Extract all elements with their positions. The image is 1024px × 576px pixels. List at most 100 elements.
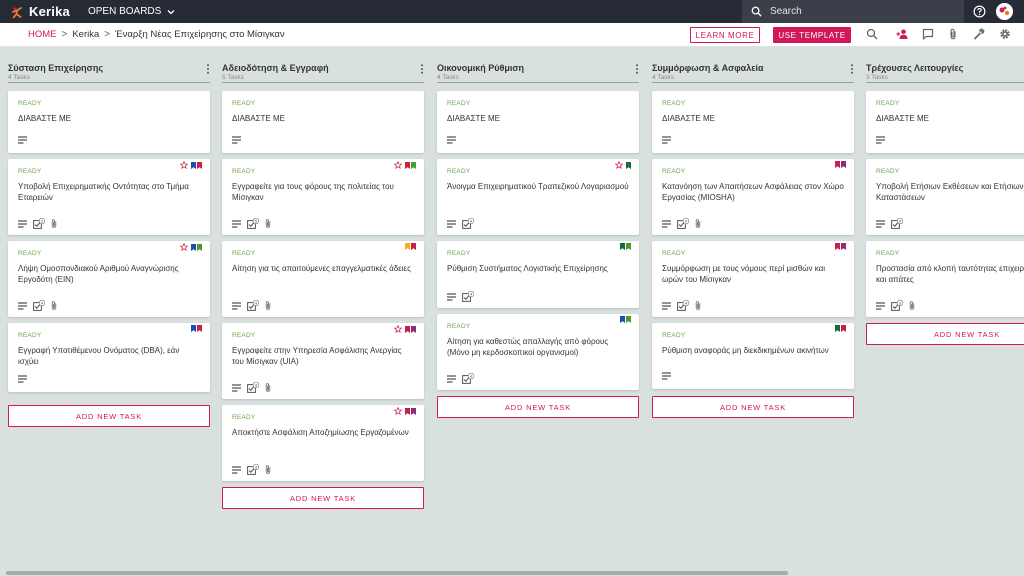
task-card[interactable]: READY Λήψη Ομοσπονδιακού Αριθμού Αναγνώρι… xyxy=(8,241,210,317)
tag-flag-icon xyxy=(197,161,202,169)
task-card[interactable]: READY Ρύθμιση Συστήματος Λογιστικής Επιχε… xyxy=(437,241,639,308)
column-menu-icon[interactable] xyxy=(635,64,639,74)
task-card[interactable]: READY ΔΙΑΒΑΣΤΕ ΜΕ xyxy=(437,91,639,153)
task-icons: 3 xyxy=(232,464,271,475)
checklist-icon: 4 xyxy=(677,300,689,311)
breadcrumb-home[interactable]: HOME xyxy=(28,29,57,40)
task-title[interactable]: ΔΙΑΒΑΣΤΕ ΜΕ xyxy=(232,113,414,124)
task-card[interactable]: READY Υποβολή Ετήσιων Εκθέσεων και Ετήσιω… xyxy=(866,159,1024,235)
task-card[interactable]: READY ΔΙΑΒΑΣΤΕ ΜΕ xyxy=(866,91,1024,153)
task-title[interactable]: ΔΙΑΒΑΣΤΕ ΜΕ xyxy=(662,113,844,124)
task-card[interactable]: READY Αίτηση για τις απαιτούμενες επαγγελ… xyxy=(222,241,424,317)
description-icon xyxy=(447,292,456,301)
task-title[interactable]: Προστασία από κλοπή ταυτότητας επιχειρήσ… xyxy=(876,263,1024,285)
task-card[interactable]: READY ΔΙΑΒΑΣΤΕ ΜΕ xyxy=(8,91,210,153)
column-menu-icon[interactable] xyxy=(420,64,424,74)
task-title[interactable]: ΔΙΑΒΑΣΤΕ ΜΕ xyxy=(876,113,1024,124)
task-card[interactable]: READY Άνοιγμα Επιχειρηματικού Τραπεζικού … xyxy=(437,159,639,235)
task-status: READY xyxy=(18,332,42,339)
task-card[interactable]: READY Αίτηση για καθεστώς απαλλαγής από φ… xyxy=(437,314,639,390)
tag-flag-icon xyxy=(626,161,631,169)
horizontal-scrollbar[interactable] xyxy=(6,571,788,575)
checklist-icon: 4 xyxy=(33,300,45,311)
open-boards-menu[interactable]: OPEN BOARDS xyxy=(88,6,175,17)
task-title[interactable]: Συμμόρφωση με τους νόμους περί μισθών κα… xyxy=(662,263,844,285)
add-new-task-button[interactable]: ADD NEW TASK xyxy=(652,396,854,418)
task-title[interactable]: ΔΙΑΒΑΣΤΕ ΜΕ xyxy=(447,113,629,124)
description-icon xyxy=(18,375,27,383)
task-title[interactable]: Εγγραφή Υποτιθέμενου Ονόματος (DBA), εάν… xyxy=(18,345,200,367)
learn-more-button[interactable]: LEARN MORE xyxy=(690,27,760,43)
checklist-icon: 5 xyxy=(247,218,259,229)
task-card[interactable]: READY ΔΙΑΒΑΣΤΕ ΜΕ xyxy=(652,91,854,153)
task-status: READY xyxy=(232,332,256,339)
task-title[interactable]: Υποβολή Επιχειρηματικής Οντότητας στο Τμ… xyxy=(18,181,200,203)
star-icon[interactable] xyxy=(394,407,402,415)
task-card[interactable]: READY Συμμόρφωση με τους νόμους περί μισθ… xyxy=(652,241,854,317)
task-title[interactable]: Ρύθμιση Συστήματος Λογιστικής Επιχείρηση… xyxy=(447,263,629,274)
task-title[interactable]: Υποβολή Ετήσιων Εκθέσεων και Ετήσιων Κατ… xyxy=(876,181,1024,203)
column-title[interactable]: Αδειοδότηση & Εγγραφή xyxy=(222,63,329,73)
column-title[interactable]: Τρέχουσες Λειτουργίες xyxy=(866,63,963,73)
task-title[interactable]: Άνοιγμα Επιχειρηματικού Τραπεζικού Λογαρ… xyxy=(447,181,629,192)
task-title[interactable]: Εγγραφείτε στην Υπηρεσία Ασφάλισης Ανεργ… xyxy=(232,345,414,367)
star-icon[interactable] xyxy=(180,243,188,251)
help-icon[interactable] xyxy=(973,5,986,18)
add-new-task-button[interactable]: ADD NEW TASK xyxy=(222,487,424,509)
column-task-count: 4 Tasks xyxy=(8,74,30,81)
search-box[interactable] xyxy=(742,0,964,23)
attachment-board-icon[interactable] xyxy=(947,28,959,40)
column-task-count: 5 Tasks xyxy=(222,74,244,81)
star-icon[interactable] xyxy=(394,161,402,169)
task-card[interactable]: READY Προστασία από κλοπή ταυτότητας επιχ… xyxy=(866,241,1024,317)
task-icons xyxy=(18,375,27,383)
task-card[interactable]: READY Υποβολή Επιχειρηματικής Οντότητας σ… xyxy=(8,159,210,235)
star-icon[interactable] xyxy=(180,161,188,169)
task-title[interactable]: Αποκτήστε Ασφάλιση Αποζημίωσης Εργαζομέν… xyxy=(232,427,414,438)
task-card[interactable]: READY Αποκτήστε Ασφάλιση Αποζημίωσης Εργα… xyxy=(222,405,424,481)
search-input[interactable] xyxy=(770,6,950,17)
add-new-task-button[interactable]: ADD NEW TASK xyxy=(8,405,210,427)
task-title[interactable]: Κατανόηση των Απαιτήσεων Ασφάλειας στον … xyxy=(662,181,844,203)
add-new-task-button[interactable]: ADD NEW TASK xyxy=(437,396,639,418)
task-title[interactable]: Ρύθμιση αναφοράς μη διεκδικημένων ακινήτ… xyxy=(662,345,844,356)
column-menu-icon[interactable] xyxy=(206,64,210,74)
use-template-button[interactable]: USE TEMPLATE xyxy=(773,27,851,43)
add-person-icon[interactable] xyxy=(896,28,908,40)
column-title[interactable]: Οικονομική Ρύθμιση xyxy=(437,63,524,73)
settings-gear-icon[interactable] xyxy=(999,28,1011,40)
star-icon[interactable] xyxy=(394,325,402,333)
task-tags xyxy=(394,325,416,333)
task-card[interactable]: READY Ρύθμιση αναφοράς μη διεκδικημένων α… xyxy=(652,323,854,389)
attachment-icon xyxy=(265,465,271,474)
task-card[interactable]: READY Εγγραφή Υποτιθέμενου Ονόματος (DBA)… xyxy=(8,323,210,392)
task-title[interactable]: Λήψη Ομοσπονδιακού Αριθμού Αναγνώρισης Ε… xyxy=(18,263,200,285)
task-title[interactable]: ΔΙΑΒΑΣΤΕ ΜΕ xyxy=(18,113,200,124)
task-icons: 4 xyxy=(876,218,903,229)
task-title[interactable]: Αίτηση για τις απαιτούμενες επαγγελματικ… xyxy=(232,263,414,274)
checklist-icon: 4 xyxy=(462,291,474,302)
task-icons: 4 xyxy=(232,300,271,311)
search-board-icon[interactable] xyxy=(866,28,878,40)
chat-icon[interactable] xyxy=(922,28,934,40)
column-title[interactable]: Σύσταση Επιχείρησης xyxy=(8,63,103,73)
column-title[interactable]: Συμμόρφωση & Ασφαλεία xyxy=(652,63,764,73)
task-title[interactable]: Εγγραφείτε για τους φόρους της πολιτείας… xyxy=(232,181,414,203)
task-tags xyxy=(394,407,416,415)
task-icons: 4 xyxy=(232,382,271,393)
task-title[interactable]: Αίτηση για καθεστώς απαλλαγής από φόρους… xyxy=(447,336,629,358)
column-menu-icon[interactable] xyxy=(850,64,854,74)
tag-flag-icon xyxy=(405,325,410,333)
star-icon[interactable] xyxy=(615,161,623,169)
task-card[interactable]: READY ΔΙΑΒΑΣΤΕ ΜΕ xyxy=(222,91,424,153)
wrench-icon[interactable] xyxy=(973,28,985,40)
avatar[interactable] xyxy=(996,3,1013,20)
task-card[interactable]: READY Εγγραφείτε στην Υπηρεσία Ασφάλισης … xyxy=(222,323,424,399)
tag-flag-icon xyxy=(191,325,196,332)
breadcrumb-org[interactable]: Kerika xyxy=(72,29,99,40)
task-card[interactable]: READY Κατανόηση των Απαιτήσεων Ασφάλειας … xyxy=(652,159,854,235)
add-new-task-button[interactable]: ADD NEW TASK xyxy=(866,323,1024,345)
kerika-logo[interactable]: Kerika xyxy=(10,4,70,19)
checklist-icon: 4 xyxy=(891,218,903,229)
task-card[interactable]: READY Εγγραφείτε για τους φόρους της πολι… xyxy=(222,159,424,235)
